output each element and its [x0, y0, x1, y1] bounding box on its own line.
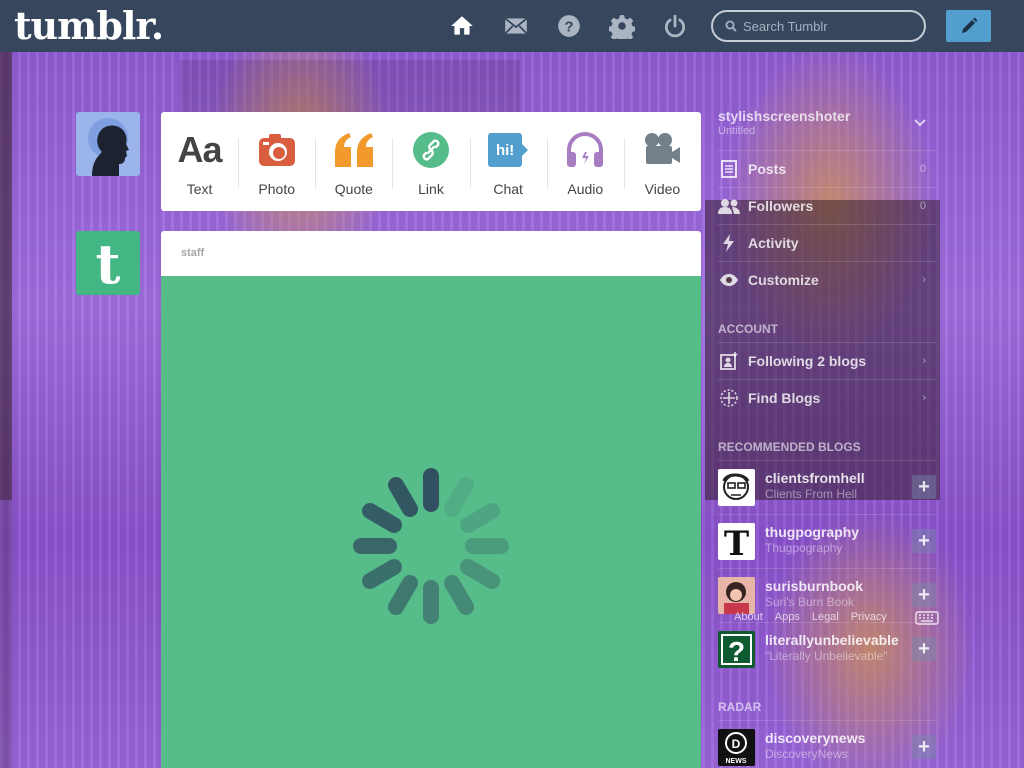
- blog-avatar: T: [718, 523, 755, 560]
- video-icon: [642, 130, 682, 170]
- follow-button[interactable]: +: [912, 475, 936, 499]
- search-icon: [725, 20, 737, 32]
- follow-button[interactable]: +: [912, 583, 936, 607]
- svg-text:?: ?: [728, 636, 745, 667]
- blog-avatar: ?: [718, 631, 755, 668]
- post-author[interactable]: staff: [181, 247, 204, 259]
- sidebar-item-find-blogs[interactable]: Find Blogs ›: [718, 379, 936, 415]
- post-type-photo[interactable]: Photo: [238, 112, 315, 211]
- chevron-right-icon: ›: [922, 354, 926, 367]
- eye-icon: [718, 269, 740, 291]
- text-icon: Aa: [177, 129, 223, 170]
- sidebar-item-followers[interactable]: Followers 0: [718, 187, 936, 223]
- chevron-right-icon: ›: [922, 391, 926, 404]
- svg-text:?: ?: [564, 18, 573, 35]
- blog-avatar: [718, 469, 755, 506]
- post-type-link[interactable]: Link: [392, 112, 469, 211]
- recommended-blog[interactable]: ? literallyunbelievable "Literally Unbel…: [718, 622, 936, 676]
- user-avatar[interactable]: [76, 112, 140, 176]
- top-nav-bar: tumblr. ?: [0, 0, 1024, 52]
- search-input[interactable]: [743, 18, 913, 34]
- post-header: staff: [161, 231, 701, 276]
- mail-icon[interactable]: [503, 13, 529, 39]
- compose-post-button[interactable]: [946, 10, 991, 42]
- home-icon[interactable]: [449, 13, 475, 39]
- chat-icon: hi!: [488, 130, 529, 170]
- power-icon[interactable]: [662, 13, 688, 39]
- quote-icon: [333, 130, 375, 170]
- follow-button[interactable]: +: [912, 735, 936, 759]
- posts-icon: [718, 158, 740, 180]
- footer-link-legal[interactable]: Legal: [812, 611, 839, 623]
- keyboard-icon[interactable]: [915, 611, 939, 625]
- svg-text:NEWS: NEWS: [726, 758, 747, 765]
- sidebar-item-activity[interactable]: Activity: [718, 224, 936, 260]
- lightning-icon: [718, 232, 740, 254]
- gear-icon[interactable]: [608, 13, 636, 43]
- chevron-down-icon: [914, 119, 926, 127]
- footer-link-about[interactable]: About: [734, 611, 763, 623]
- radar-blog[interactable]: D NEWS discoverynews DiscoveryNews +: [718, 720, 936, 768]
- following-icon: [718, 350, 740, 372]
- sidebar-item-posts[interactable]: Posts 0: [718, 150, 936, 186]
- post-type-audio[interactable]: Audio: [546, 112, 624, 211]
- followers-icon: [718, 195, 740, 217]
- tumblr-logo[interactable]: tumblr.: [14, 4, 164, 48]
- footer-links: About Apps Legal Privacy: [734, 611, 887, 623]
- post-body: [161, 276, 701, 768]
- pencil-icon: [961, 17, 977, 33]
- follow-button[interactable]: +: [912, 529, 936, 553]
- photo-icon: [257, 130, 297, 170]
- chevron-right-icon: ›: [922, 273, 926, 286]
- svg-text:T: T: [724, 524, 749, 560]
- sidebar-item-customize[interactable]: Customize ›: [718, 261, 936, 297]
- post-type-text[interactable]: Aa Text: [161, 112, 238, 211]
- post-type-chat[interactable]: hi! Chat: [469, 112, 547, 211]
- post-type-video[interactable]: Video: [623, 112, 701, 211]
- svg-text:t: t: [96, 232, 121, 295]
- blog-avatar: [718, 577, 755, 614]
- loading-spinner-icon: [353, 468, 509, 624]
- post-type-quote[interactable]: Quote: [315, 112, 392, 211]
- link-icon: [412, 130, 450, 170]
- help-icon[interactable]: ?: [556, 13, 582, 39]
- footer-link-apps[interactable]: Apps: [775, 611, 800, 623]
- footer-link-privacy[interactable]: Privacy: [851, 611, 887, 623]
- recommended-blog[interactable]: clientsfromhell Clients From Hell +: [718, 460, 936, 514]
- staff-avatar[interactable]: t: [76, 231, 140, 295]
- compass-icon: [718, 387, 740, 409]
- svg-text:D: D: [732, 737, 741, 751]
- search-box: [711, 10, 926, 42]
- follow-button[interactable]: +: [912, 637, 936, 661]
- recommended-blog[interactable]: T thugpography Thugpography +: [718, 514, 936, 568]
- sidebar-item-following[interactable]: Following 2 blogs ›: [718, 342, 936, 378]
- blog-avatar: D NEWS: [718, 729, 755, 766]
- audio-icon: [565, 130, 605, 170]
- post-type-bar: Aa Text Photo Quote Link hi! Chat Audio …: [161, 112, 701, 211]
